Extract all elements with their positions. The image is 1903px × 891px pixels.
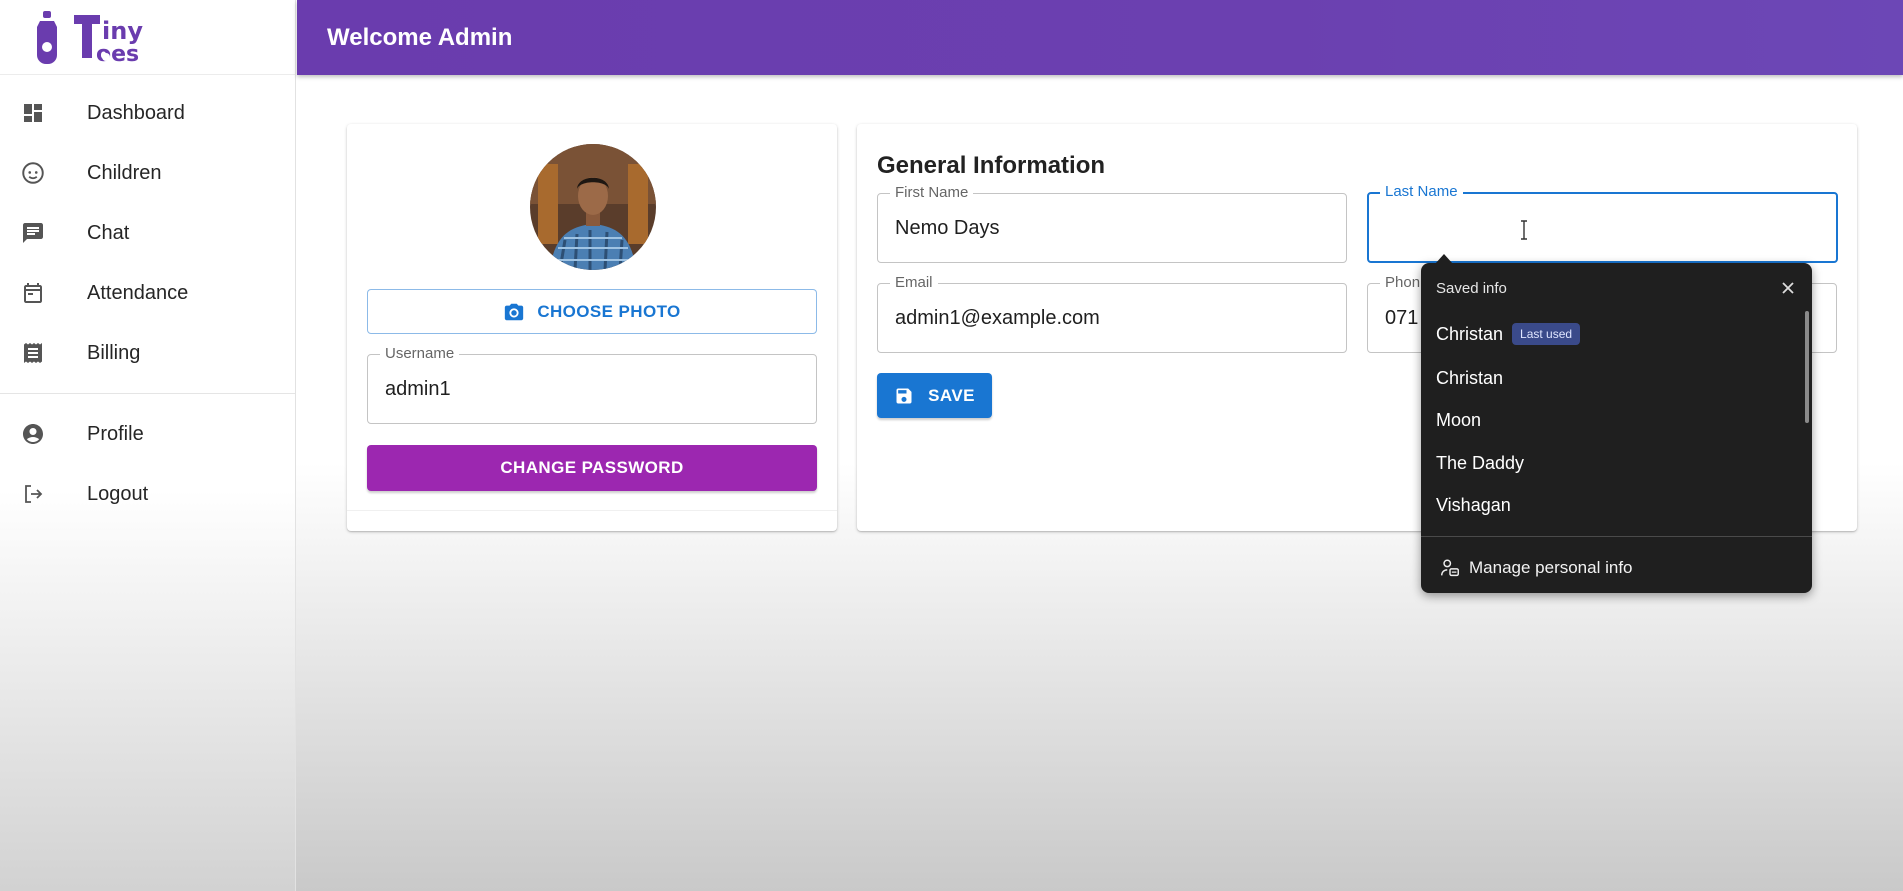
last-name-label: Last Name <box>1380 184 1463 200</box>
svg-text:oes: oes <box>96 42 139 65</box>
autofill-suggestion[interactable]: Christan <box>1436 368 1503 389</box>
avatar <box>530 144 656 270</box>
save-button[interactable]: SAVE <box>877 373 992 418</box>
sidebar-item-label: Children <box>87 161 162 184</box>
suggestion-label: Christan <box>1436 323 1504 344</box>
top-app-bar: Welcome Admin <box>297 0 1903 75</box>
suggestion-label: The Daddy <box>1436 453 1525 473</box>
first-name-value: Nemo Days <box>895 216 1000 239</box>
chat-icon <box>20 220 46 246</box>
autofill-suggestion[interactable]: The Daddy <box>1436 453 1524 474</box>
sidebar-secondary-nav: Profile Logout <box>0 404 295 524</box>
save-label: SAVE <box>928 385 975 405</box>
email-value: admin1@example.com <box>895 306 1100 329</box>
popup-scrollbar[interactable] <box>1805 311 1809 423</box>
suggestion-label: Moon <box>1436 410 1482 430</box>
save-icon <box>894 386 914 406</box>
autofill-suggestion[interactable]: Moon <box>1436 410 1481 431</box>
sidebar-divider <box>0 393 295 394</box>
text-cursor-icon <box>1521 220 1527 240</box>
sidebar-item-logout[interactable]: Logout <box>0 464 295 524</box>
sidebar-item-billing[interactable]: Billing <box>0 323 295 383</box>
popup-caret <box>1435 254 1453 264</box>
username-value: admin1 <box>385 377 451 400</box>
calendar-icon <box>20 280 46 306</box>
suggestion-label: Vishagan <box>1436 495 1511 515</box>
close-icon[interactable] <box>1778 278 1798 298</box>
phone-value: 071 <box>1385 306 1419 329</box>
receipt-icon <box>20 340 46 366</box>
choose-photo-label: CHOOSE PHOTO <box>537 301 681 321</box>
dashboard-icon <box>20 100 46 126</box>
first-name-field[interactable]: First Name Nemo Days <box>877 185 1347 263</box>
sidebar-item-dashboard[interactable]: Dashboard <box>0 83 295 143</box>
child-face-icon <box>20 160 46 186</box>
autofill-suggestion[interactable]: Vishagan <box>1436 495 1511 516</box>
change-password-label: CHANGE PASSWORD <box>500 458 684 477</box>
last-name-field[interactable]: Last Name <box>1367 184 1838 263</box>
tiny-toes-logo-icon: iny oes <box>37 11 143 65</box>
sidebar-item-chat[interactable]: Chat <box>0 203 295 263</box>
camera-icon <box>503 301 525 323</box>
autofill-heading: Saved info <box>1436 280 1507 297</box>
svg-text:iny: iny <box>102 17 143 45</box>
card-divider <box>347 510 837 511</box>
sidebar-nav: Dashboard Children Chat Attendance Billi… <box>0 75 295 383</box>
profile-card: CHOOSE PHOTO Username admin1 CHANGE PASS… <box>347 124 837 531</box>
account-circle-icon <box>20 421 46 447</box>
suggestion-label: Christan <box>1436 368 1504 388</box>
choose-photo-button[interactable]: CHOOSE PHOTO <box>367 289 817 334</box>
manage-person-icon <box>1439 557 1461 579</box>
sidebar-item-label: Profile <box>87 422 144 445</box>
popup-divider <box>1421 536 1812 537</box>
sidebar-item-profile[interactable]: Profile <box>0 404 295 464</box>
sidebar: iny oes Dashboard Children Chat Attendan… <box>0 0 296 891</box>
sidebar-item-label: Logout <box>87 482 149 505</box>
section-title: General Information <box>877 152 1106 179</box>
username-field[interactable]: Username admin1 <box>367 346 817 424</box>
autofill-suggestions-popup: Saved info Christan Last used Christan M… <box>1421 254 1812 593</box>
logout-icon <box>20 481 46 507</box>
sidebar-item-children[interactable]: Children <box>0 143 295 203</box>
manage-personal-info-label: Manage personal info <box>1469 558 1633 577</box>
sidebar-item-label: Attendance <box>87 281 189 304</box>
sidebar-item-label: Dashboard <box>87 101 185 124</box>
change-password-button[interactable]: CHANGE PASSWORD <box>367 445 817 491</box>
sidebar-item-label: Billing <box>87 341 141 364</box>
autofill-suggestion[interactable]: Christan Last used <box>1436 323 1581 345</box>
page-title: Welcome Admin <box>327 23 513 51</box>
last-used-badge: Last used <box>1512 323 1581 345</box>
manage-personal-info-link[interactable]: Manage personal info <box>1439 557 1633 579</box>
logo[interactable]: iny oes <box>0 0 295 75</box>
sidebar-item-attendance[interactable]: Attendance <box>0 263 295 323</box>
email-field[interactable]: Email admin1@example.com <box>877 275 1347 353</box>
sidebar-item-label: Chat <box>87 221 130 244</box>
